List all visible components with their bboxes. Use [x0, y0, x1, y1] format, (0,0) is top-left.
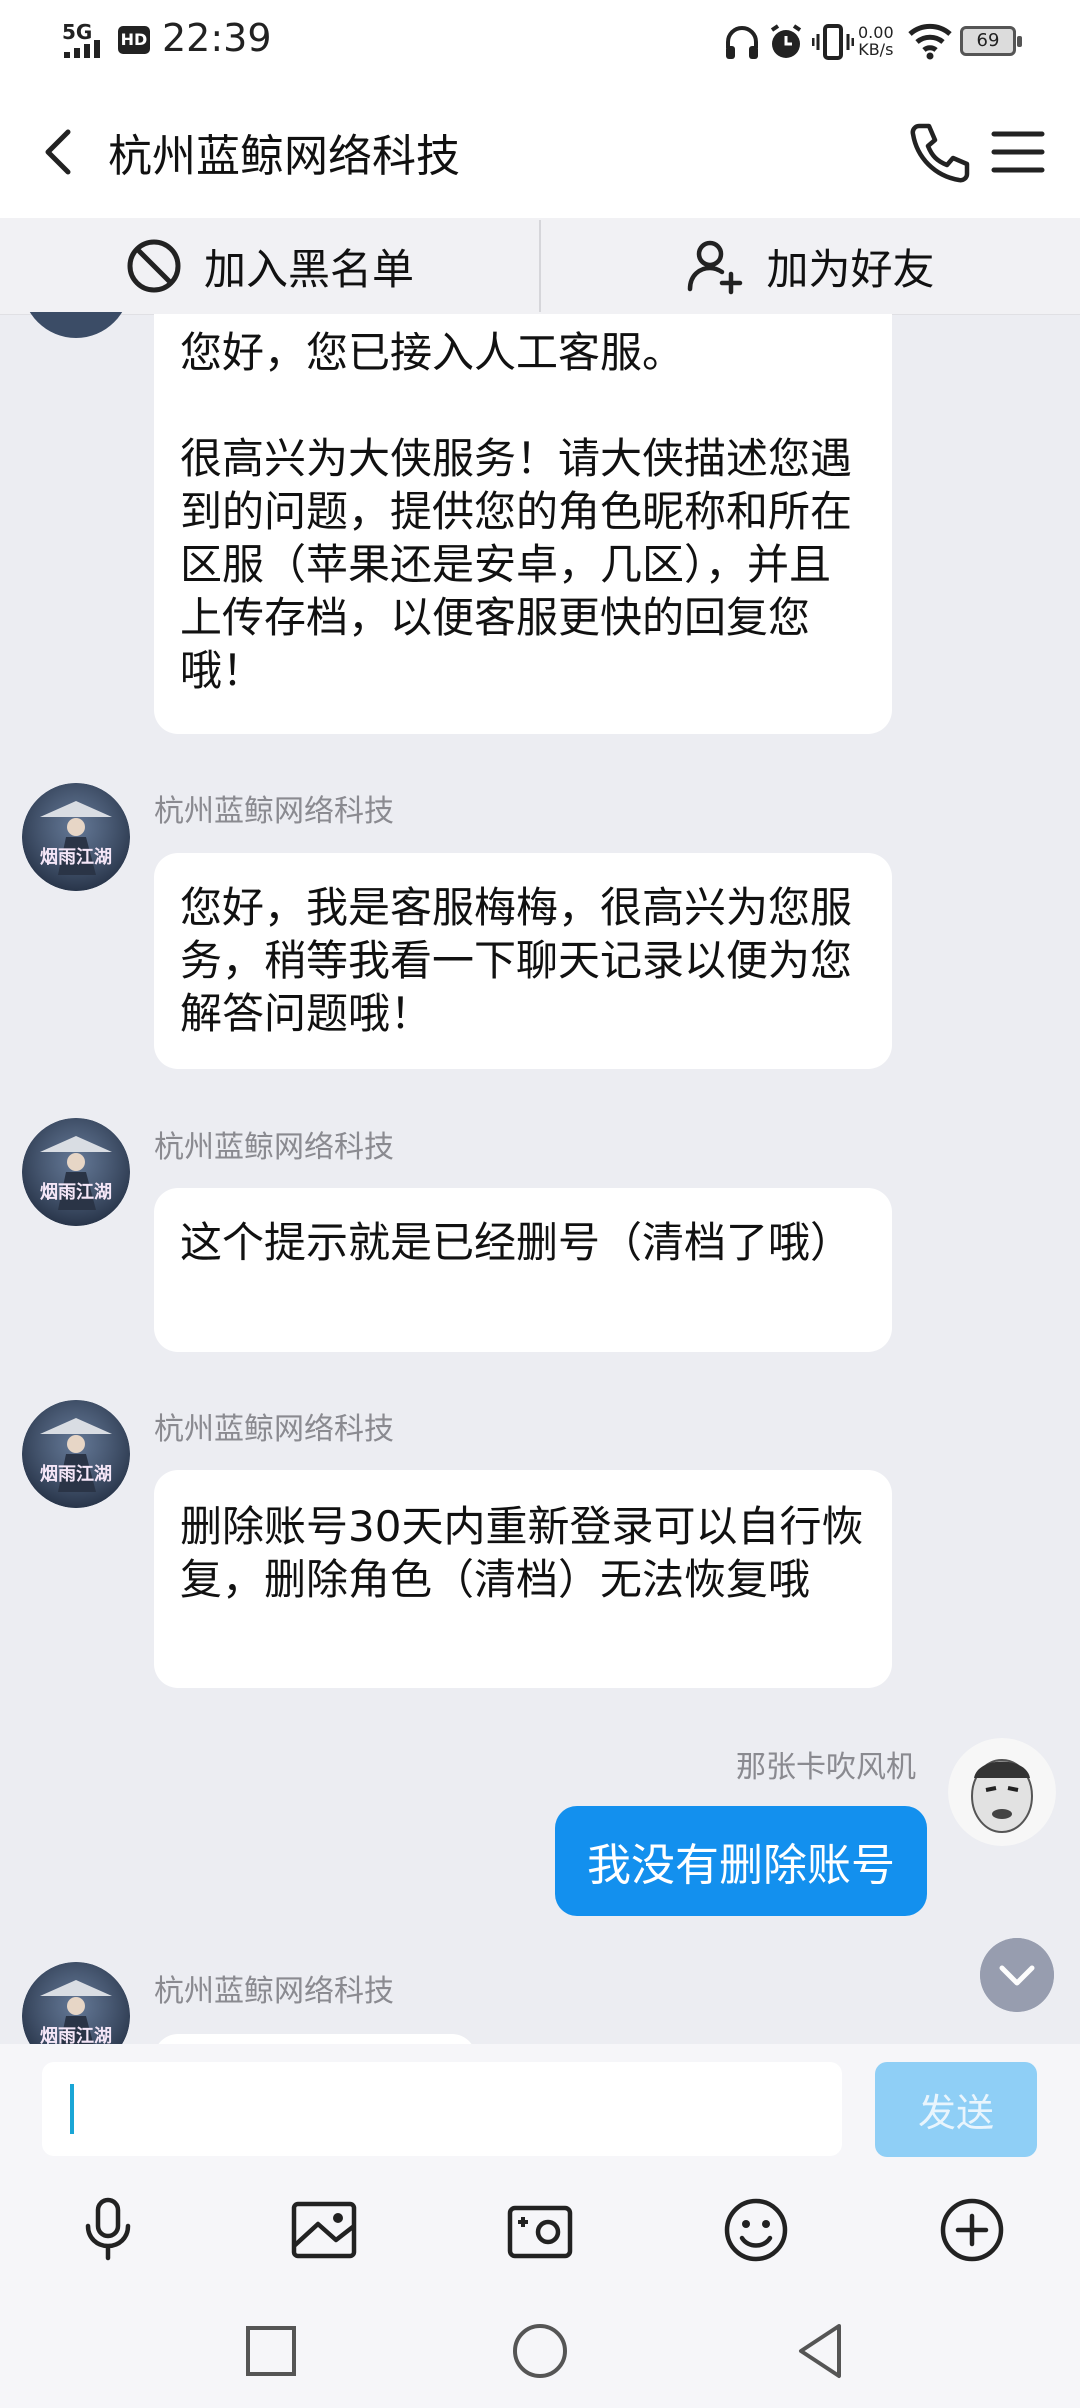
message-bubble[interactable]: 您好，您已接入人工客服。 很高兴为大侠服务！请大侠描述您遇到的问题，提供您的角色…: [154, 314, 892, 734]
microphone-icon[interactable]: [72, 2194, 144, 2266]
message-text: 您好，您已接入人工客服。 很高兴为大侠服务！请大侠描述您遇到的问题，提供您的角色…: [180, 328, 853, 695]
add-friend-label: 加为好友: [766, 244, 935, 294]
camera-icon[interactable]: [504, 2194, 576, 2266]
avatar-label: 烟雨江湖: [40, 846, 112, 868]
sender-name: 杭州蓝鲸网络科技: [154, 1130, 394, 1165]
sender-name: 杭州蓝鲸网络科技: [154, 1974, 394, 2009]
message-item-partial: 烟雨江湖 杭州蓝鲸网络科技: [0, 1960, 1080, 2044]
message-bubble[interactable]: [154, 2034, 476, 2044]
chat-title: 杭州蓝鲸网络科技: [108, 131, 460, 182]
message-text: 这个提示就是已经删号（清档了哦）: [180, 1218, 853, 1267]
back-icon[interactable]: [785, 2316, 855, 2386]
send-button[interactable]: 发送: [875, 2062, 1037, 2157]
wifi-icon: [908, 23, 952, 60]
sender-name: 杭州蓝鲸网络科技: [154, 794, 394, 829]
status-time: 22:39: [162, 16, 272, 60]
headphones-icon: [726, 26, 758, 59]
home-icon[interactable]: [505, 2316, 575, 2386]
network-speed: 0.00 KB/s: [858, 24, 894, 58]
avatar-label: 烟雨江湖: [40, 1463, 112, 1485]
avatar-label: 烟雨江湖: [40, 1181, 112, 1203]
message-text: 我没有删除账号: [587, 1840, 895, 1891]
avatar[interactable]: [948, 1738, 1056, 1846]
alarm-icon: [770, 24, 802, 58]
message-input[interactable]: [42, 2062, 842, 2156]
speed-value: 0.00: [858, 23, 894, 42]
avatar[interactable]: 烟雨江湖: [22, 1400, 130, 1508]
phone-call-icon[interactable]: [905, 118, 973, 186]
message-text: 删除账号30天内重新登录可以自行恢复，删除角色（清档）无法恢复哦: [180, 1502, 864, 1604]
speed-unit: KB/s: [858, 40, 894, 59]
signal-icon: [64, 40, 100, 58]
message-bubble[interactable]: 删除账号30天内重新登录可以自行恢复，删除角色（清档）无法恢复哦: [154, 1470, 892, 1688]
message-bubble-sent[interactable]: 我没有删除账号: [555, 1806, 927, 1916]
plus-icon[interactable]: [936, 2194, 1008, 2266]
message-bubble[interactable]: 您好，我是客服梅梅，很高兴为您服务，稍等我看一下聊天记录以便为您解答问题哦！: [154, 853, 892, 1069]
add-friend-button[interactable]: 加为好友: [541, 218, 1080, 314]
scroll-down-button[interactable]: [980, 1938, 1054, 2012]
avatar[interactable]: 烟雨江湖: [22, 1118, 130, 1226]
blacklist-button[interactable]: 加入黑名单: [0, 218, 540, 314]
avatar-label: 烟雨江湖: [40, 2025, 112, 2044]
avatar[interactable]: 烟雨江湖: [22, 783, 130, 891]
message-bubble[interactable]: 这个提示就是已经删号（清档了哦）: [154, 1188, 892, 1352]
add-user-icon: [688, 240, 743, 295]
back-arrow-icon[interactable]: [32, 122, 92, 182]
sender-name: 杭州蓝鲸网络科技: [154, 1412, 394, 1447]
sender-name: 那张卡吹风机: [736, 1750, 916, 1785]
block-icon: [127, 239, 181, 293]
menu-icon[interactable]: [990, 120, 1046, 184]
battery-indicator: 69: [960, 26, 1022, 56]
hd-badge: HD: [118, 26, 150, 54]
emoji-icon[interactable]: [720, 2194, 792, 2266]
recent-apps-icon[interactable]: [236, 2316, 306, 2386]
avatar[interactable]: 烟雨江湖: [22, 1962, 130, 2044]
text-cursor: [70, 2084, 74, 2134]
blacklist-label: 加入黑名单: [203, 244, 414, 294]
vibrate-icon: [812, 24, 854, 60]
image-icon[interactable]: [288, 2194, 360, 2266]
message-text: 您好，我是客服梅梅，很高兴为您服务，稍等我看一下聊天记录以便为您解答问题哦！: [180, 883, 853, 1038]
